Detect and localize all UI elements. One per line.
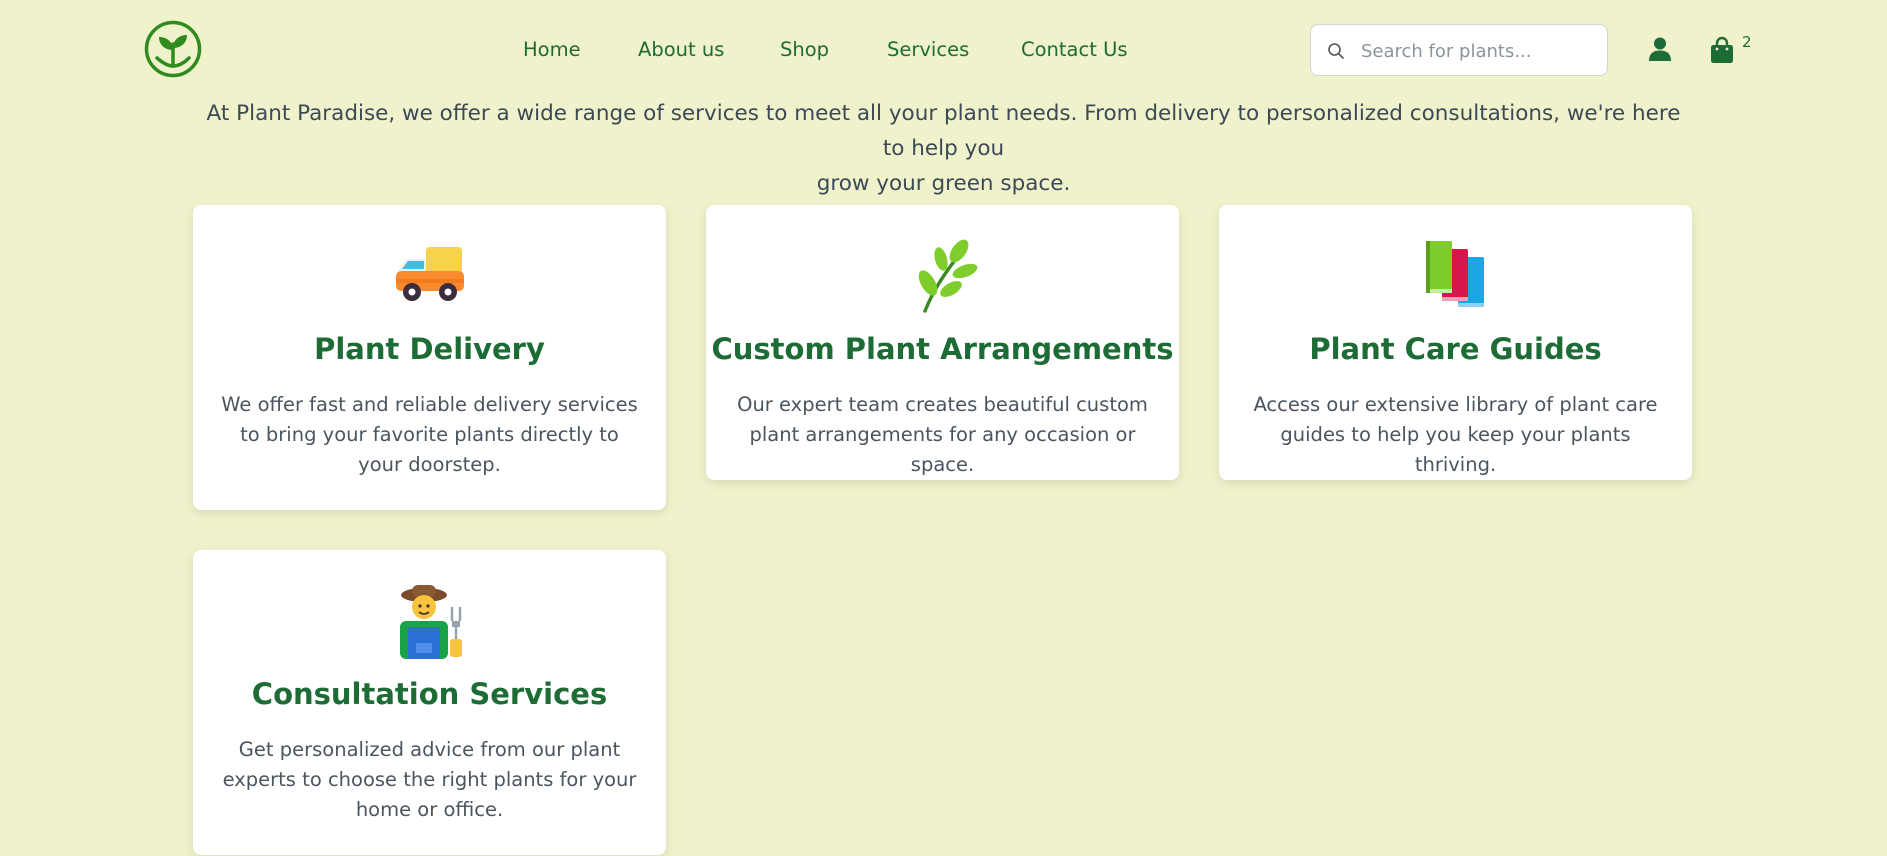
service-card-plant-delivery[interactable]: Plant Delivery We offer fast and reliabl… [193,205,666,510]
search-icon [1328,43,1344,59]
service-description: Our expert team creates beautiful custom… [737,393,1148,476]
search-box [1310,24,1608,76]
service-description: Get personalized advice from our plant e… [222,738,637,821]
user-account-icon[interactable] [1647,36,1673,62]
service-card-custom-arrangements[interactable]: Custom Plant Arrangements Our expert tea… [706,205,1179,480]
delivery-truck-icon [395,247,464,301]
service-card-consultation[interactable]: Consultation Services Get personalized a… [193,550,666,855]
plant-logo-icon[interactable] [144,20,202,78]
nav-home[interactable]: Home [523,38,581,61]
service-title: Consultation Services [251,677,608,711]
nav-contact-us[interactable]: Contact Us [1021,38,1128,61]
navbar: Home About us Shop Services Contact Us 2 [0,0,1887,100]
nav-about-us[interactable]: About us [638,38,724,61]
services-intro: At Plant Paradise, we offer a wide range… [200,96,1687,201]
nav-shop[interactable]: Shop [780,38,829,61]
farmer-icon [399,585,462,659]
service-title: Custom Plant Arrangements [711,332,1174,366]
service-description: We offer fast and reliable delivery serv… [221,393,638,476]
search-input[interactable] [1361,37,1591,65]
herb-icon [918,239,977,313]
cart-count-badge: 2 [1742,33,1752,51]
service-title: Plant Delivery [314,332,545,366]
service-card-plant-care-guides[interactable]: Plant Care Guides Access our extensive l… [1219,205,1692,480]
intro-line-2: grow your green space. [816,171,1071,196]
service-description: Access our extensive library of plant ca… [1253,393,1658,476]
intro-line-1: At Plant Paradise, we offer a wide range… [206,101,1681,161]
nav-services[interactable]: Services [887,38,969,61]
books-icon [1425,241,1484,307]
shopping-bag-icon[interactable] [1709,36,1735,64]
service-title: Plant Care Guides [1309,332,1602,366]
